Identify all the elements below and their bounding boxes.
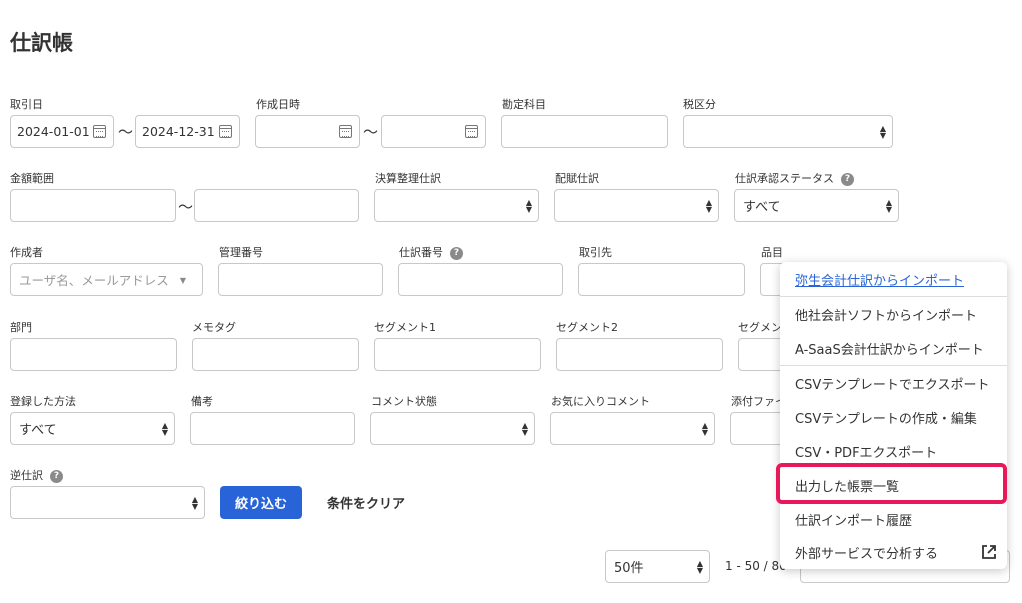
range-separator: ～ — [178, 198, 194, 216]
kanjo-input[interactable] — [501, 115, 668, 148]
sakuseinichiji-to-input[interactable] — [381, 115, 486, 148]
torihikibi-from-input[interactable]: 2024-01-01 — [10, 115, 114, 148]
tenpu-label: 添付ファイ — [731, 395, 786, 408]
range-separator: ～ — [363, 123, 379, 141]
toroku-label: 登録した方法 — [10, 395, 76, 408]
kingaku-max-input[interactable] — [194, 189, 359, 222]
sakuseisha-select[interactable]: ユーザ名、メールアドレス ▼ — [10, 263, 203, 296]
select-arrow-icon: ▲ ▼ — [701, 421, 708, 437]
clear-conditions-button[interactable]: 条件をクリア — [318, 486, 414, 519]
select-arrow-icon: ▲ ▼ — [696, 559, 703, 575]
sakuseinichiji-from-input[interactable] — [255, 115, 360, 148]
seg3-label: セグメン — [738, 321, 782, 334]
kanjo-label: 勘定科目 — [502, 98, 546, 111]
toroku-select[interactable]: すべて ▲ ▼ — [10, 412, 175, 445]
bumon-input[interactable] — [10, 338, 177, 371]
highlight-frame — [776, 463, 1007, 504]
select-arrow-icon: ▲ ▼ — [191, 495, 198, 511]
okiniiri-select[interactable]: ▲ ▼ — [550, 412, 715, 445]
kanri-label: 管理番号 — [219, 246, 263, 259]
memo-input[interactable] — [192, 338, 359, 371]
kessan-label: 決算整理仕訳 — [375, 172, 441, 185]
select-arrow-icon: ▲ ▼ — [879, 124, 886, 140]
sakuseisha-label: 作成者 — [10, 246, 43, 259]
biko-input[interactable] — [190, 412, 355, 445]
toroku-value: すべて — [19, 423, 57, 438]
seg1-label: セグメント1 — [374, 321, 436, 334]
calendar-icon[interactable] — [465, 125, 478, 138]
shiwake-no-input[interactable] — [398, 263, 563, 296]
gyaku-select[interactable]: ▲ ▼ — [10, 486, 205, 519]
torihikibi-to-input[interactable]: 2024-12-31 — [135, 115, 240, 148]
menu-item-other-software-import[interactable]: 他社会計ソフトからインポート — [780, 297, 1007, 331]
select-arrow-icon: ▲ ▼ — [705, 198, 712, 214]
okiniiri-label: お気に入りコメント — [551, 395, 650, 408]
calendar-icon[interactable] — [93, 125, 106, 138]
torihikisaki-label: 取引先 — [579, 246, 612, 259]
range-separator: ～ — [118, 123, 134, 141]
kingaku-min-input[interactable] — [10, 189, 176, 222]
pagination-range: 1 - 50 / 80 — [725, 559, 787, 573]
kessan-select[interactable]: ▲ ▼ — [374, 189, 539, 222]
zeikubun-label: 税区分 — [683, 98, 716, 111]
memo-label: メモタグ — [192, 321, 236, 334]
zeikubun-select[interactable]: ▲ ▼ — [683, 115, 893, 148]
torihikisaki-input[interactable] — [578, 263, 745, 296]
sakuseinichiji-label: 作成日時 — [256, 98, 300, 111]
select-arrow-icon: ▲ ▼ — [525, 198, 532, 214]
seg2-label: セグメント2 — [556, 321, 618, 334]
seg2-input[interactable] — [556, 338, 723, 371]
menu-item-asaas-import[interactable]: A-SaaS会計仕訳からインポート — [780, 331, 1007, 365]
gyaku-label: 逆仕訳? — [10, 467, 63, 483]
shonin-value: すべて — [743, 200, 781, 215]
calendar-icon[interactable] — [339, 125, 352, 138]
menu-item-csv-template-export[interactable]: CSVテンプレートでエクスポート — [780, 366, 1007, 400]
menu-item-external-analysis-label: 外部サービスで分析する — [795, 546, 939, 562]
chevron-down-icon: ▼ — [179, 276, 186, 285]
torihikibi-label: 取引日 — [10, 98, 43, 111]
help-icon[interactable]: ? — [50, 469, 63, 483]
select-arrow-icon: ▲ ▼ — [161, 421, 168, 437]
external-link-icon — [982, 545, 996, 559]
seg1-input[interactable] — [374, 338, 541, 371]
page-title: 仕訳帳 — [10, 31, 73, 55]
kingaku-label: 金額範囲 — [10, 172, 54, 185]
shiwake-no-label-text: 仕訳番号 — [399, 246, 443, 259]
sakuseisha-placeholder: ユーザ名、メールアドレス — [19, 273, 169, 288]
menu-item-external-analysis[interactable]: 外部サービスで分析する — [780, 535, 1007, 569]
calendar-icon[interactable] — [219, 125, 232, 138]
menu-item-import-history[interactable]: 仕訳インポート履歴 — [780, 502, 1007, 536]
biko-label: 備考 — [191, 395, 213, 408]
gyaku-label-text: 逆仕訳 — [10, 469, 43, 482]
menu-item-csv-template-edit[interactable]: CSVテンプレートの作成・編集 — [780, 400, 1007, 434]
haifu-select[interactable]: ▲ ▼ — [554, 189, 719, 222]
hinmoku-label: 品目 — [761, 246, 783, 259]
shonin-label: 仕訳承認ステータス? — [735, 170, 854, 186]
per-page-select[interactable]: 50件 ▲ ▼ — [605, 550, 710, 583]
shiwake-no-label: 仕訳番号? — [399, 244, 463, 260]
select-arrow-icon: ▲ ▼ — [885, 198, 892, 214]
shonin-label-text: 仕訳承認ステータス — [735, 172, 834, 185]
comment-select[interactable]: ▲ ▼ — [370, 412, 535, 445]
menu-item-yayoi-import[interactable]: 弥生会計仕訳からインポート — [780, 262, 1007, 296]
torihikibi-to-value: 2024-12-31 — [142, 124, 215, 139]
kanri-input[interactable] — [218, 263, 383, 296]
comment-label: コメント状態 — [371, 395, 437, 408]
bumon-label: 部門 — [10, 321, 32, 334]
import-export-menu: 弥生会計仕訳からインポート 他社会計ソフトからインポート A-SaaS会計仕訳か… — [780, 262, 1007, 569]
help-icon[interactable]: ? — [841, 172, 854, 186]
torihikibi-from-value: 2024-01-01 — [17, 124, 90, 139]
filter-button[interactable]: 絞り込む — [220, 486, 302, 519]
shonin-select[interactable]: すべて ▲ ▼ — [734, 189, 899, 222]
select-arrow-icon: ▲ ▼ — [521, 421, 528, 437]
haifu-label: 配賦仕訳 — [555, 172, 599, 185]
help-icon[interactable]: ? — [450, 246, 463, 260]
per-page-value: 50件 — [614, 561, 644, 576]
